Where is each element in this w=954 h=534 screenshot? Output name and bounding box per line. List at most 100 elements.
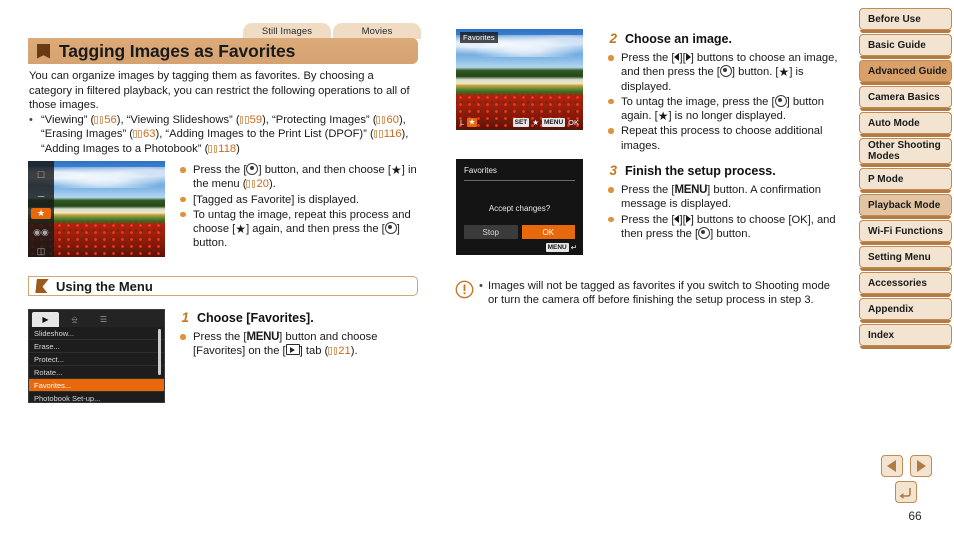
instruction-item: Repeat this process to choose additional… [608, 124, 843, 153]
instruction-bullet-icon [608, 124, 621, 153]
menu-item: Rotate... [29, 366, 164, 379]
playback-tab-icon [285, 344, 300, 356]
caution-note: • Images will not be tagged as favorites… [455, 279, 840, 308]
star-icon: ★ [235, 222, 247, 237]
sidebar-item-basic-guide[interactable]: Basic Guide [859, 34, 952, 59]
sidebar-item-label: Playback Mode [868, 199, 941, 211]
sidebar-item-camera-basics[interactable]: Camera Basics [859, 86, 952, 111]
instruction-text: [Tagged as Favorite] is displayed. [193, 193, 360, 206]
star-icon: ★ [390, 163, 402, 177]
instruction-bullet-icon [608, 213, 621, 242]
instruction-text: Press the [MENU] button. A confirmation … [621, 184, 821, 211]
pager-arrow-row[interactable] [876, 455, 936, 477]
instruction-text: Press the [] button, and then choose [★]… [193, 163, 417, 191]
page-reference-link[interactable]: 60 [376, 114, 399, 126]
date-icon: ⚊ [36, 189, 46, 200]
dialog-title: Favorites [464, 166, 497, 175]
sidebar-item-label: Advanced Guide [868, 65, 947, 77]
settings-tab-icon: ☰ [99, 315, 108, 324]
dialog-button-row: Stop OK [464, 225, 575, 239]
page-reference-link[interactable]: 20 [246, 178, 269, 190]
note-text: Images will not be tagged as favorites i… [488, 280, 831, 307]
step-heading: 1 Choose [Favorites]. [180, 310, 425, 325]
page-navigation[interactable]: 66 [876, 455, 936, 523]
sidebar-item-wi-fi-functions[interactable]: Wi-Fi Functions [859, 220, 952, 245]
left-arrow-icon [674, 53, 680, 61]
page-reference-link[interactable]: 118 [208, 143, 236, 155]
instruction-item: To untag the image, press the [] button … [608, 94, 843, 124]
sidebar-item-label: Appendix [868, 303, 914, 315]
menu-item: Favorites... [29, 379, 164, 392]
menu-item: Protect... [29, 353, 164, 366]
step-title: Choose an image. [625, 32, 732, 46]
next-page-button[interactable] [909, 455, 932, 477]
instruction-text: Repeat this process to choose additional… [621, 125, 823, 152]
sidebar-item-label: Before Use [868, 13, 921, 25]
step-title: Finish the setup process. [625, 164, 776, 178]
right-arrow-icon [685, 53, 691, 61]
screen-favorites-filter: ☐ ⚊ ★ ◉◉ ◫ [28, 161, 165, 257]
instruction-bullet-icon [608, 51, 621, 94]
page-reference-link[interactable]: 59 [239, 114, 262, 126]
sidebar-item-label: Setting Menu [868, 251, 931, 263]
ok-button: OK [521, 225, 575, 239]
folder-icon: ☐ [36, 170, 46, 181]
menu-chip: MENU [545, 243, 569, 252]
menu-button-icon: MENU [674, 184, 708, 196]
subsection-heading: Using the Menu [28, 276, 418, 296]
page-title-bar: Tagging Images as Favorites [28, 38, 418, 64]
page-reference-link[interactable]: 63 [133, 128, 155, 140]
page-reference-link[interactable]: 21 [328, 345, 351, 357]
note-bullet-marker: • [479, 280, 483, 292]
sidebar-item-label: P Mode [868, 173, 904, 185]
instruction-item: Press the [MENU] button and choose [Favo… [180, 330, 425, 359]
sidebar-item-advanced-guide[interactable]: Advanced Guide [859, 60, 952, 85]
sidebar-item-accessories[interactable]: Accessories [859, 272, 952, 297]
related-topics-text: “Viewing” (56), “Viewing Slideshows” (59… [41, 114, 409, 155]
page-reference-link[interactable]: 116 [373, 128, 402, 140]
instruction-text: To untag the image, press the [] button … [621, 94, 824, 124]
sidebar-item-setting-menu[interactable]: Setting Menu [859, 246, 952, 271]
book-icon [208, 144, 218, 153]
sidebar-item-before-use[interactable]: Before Use [859, 8, 952, 33]
sidebar-item-other-shooting-modes[interactable]: Other Shooting Modes [859, 138, 952, 167]
book-icon [373, 130, 383, 139]
instruction-item: Press the [] button, and then choose [★]… [180, 163, 420, 192]
step-number: 3 [609, 163, 617, 178]
play-tab-icon: ▶ [32, 312, 59, 327]
menu-row-list: Slideshow... Erase... Protect... Rotate... F… [29, 327, 164, 402]
menu-chip: MENU [542, 118, 566, 127]
dialog-message: Accept changes? [488, 204, 551, 213]
page-title: Tagging Images as Favorites [59, 40, 296, 61]
caution-note-body: • Images will not be tagged as favorites… [479, 279, 840, 308]
step-heading: 3 Finish the setup process. [608, 163, 846, 178]
instruction-item: Press the [][] buttons to choose an imag… [608, 51, 843, 94]
back-button[interactable] [895, 481, 917, 503]
stop-button: Stop [464, 225, 518, 239]
sidebar-item-appendix[interactable]: Appendix [859, 298, 952, 323]
sidebar-item-auto-mode[interactable]: Auto Mode [859, 112, 952, 137]
page-reference-link[interactable]: 56 [94, 114, 117, 126]
instruction-item: Press the [MENU] button. A confirmation … [608, 183, 846, 212]
step-title: Choose [Favorites]. [197, 311, 314, 325]
right-arrow-icon [685, 214, 691, 223]
subsection-flag-icon [35, 279, 48, 293]
step-block-3: 3 Finish the setup process. Press the [MEN… [608, 163, 846, 242]
instruction-bullet-icon [180, 208, 193, 251]
set-button-icon [698, 226, 711, 239]
prev-page-button[interactable] [880, 455, 903, 477]
sidebar-item-playback-mode[interactable]: Playback Mode [859, 194, 952, 219]
instruction-bullet-icon [180, 330, 193, 359]
screen-bottom-bar: L ★ SET ★ MENU OK [456, 118, 583, 127]
chapter-sidebar[interactable]: Before Use Basic Guide Advanced Guide Camer… [859, 8, 952, 350]
sidebar-item-p-mode[interactable]: P Mode [859, 168, 952, 193]
menu-item: Erase... [29, 340, 164, 353]
people-icon: ◉◉ [33, 226, 49, 237]
intro-step-items: Press the [] button, and then choose [★]… [180, 163, 420, 252]
book-icon [246, 180, 256, 189]
instruction-item: To untag the image, repeat this process … [180, 208, 420, 251]
ok-label: OK [568, 118, 579, 127]
menu-button-icon: MENU [246, 331, 280, 343]
instruction-text: To untag the image, repeat this process … [193, 208, 411, 250]
sidebar-item-index[interactable]: Index [859, 324, 952, 349]
